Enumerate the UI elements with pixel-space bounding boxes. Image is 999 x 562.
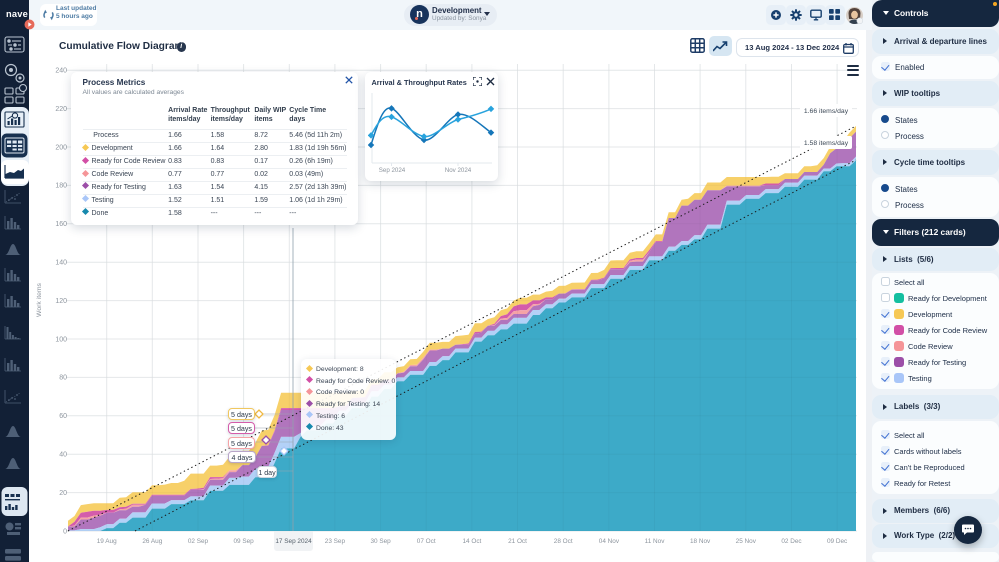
svg-text:240: 240 xyxy=(55,68,67,75)
svg-text:28 Oct: 28 Oct xyxy=(554,538,573,545)
svg-text:160: 160 xyxy=(55,221,67,228)
svg-text:Nov 2024: Nov 2024 xyxy=(445,167,472,174)
svg-text:Work items: Work items xyxy=(36,282,43,316)
svg-text:1.66 items/day: 1.66 items/day xyxy=(804,108,849,115)
svg-text:140: 140 xyxy=(55,260,67,267)
svg-text:11 Nov: 11 Nov xyxy=(645,538,666,545)
svg-text:0: 0 xyxy=(63,528,67,535)
svg-text:09 Dec: 09 Dec xyxy=(827,538,848,545)
svg-text:18 Nov: 18 Nov xyxy=(690,538,711,545)
svg-text:30 Sep: 30 Sep xyxy=(370,538,391,545)
svg-text:25 Nov: 25 Nov xyxy=(736,538,757,545)
svg-text:180: 180 xyxy=(55,183,67,190)
svg-text:26 Aug: 26 Aug xyxy=(142,538,162,545)
svg-text:02 Sep: 02 Sep xyxy=(188,538,209,545)
svg-text:14 Oct: 14 Oct xyxy=(462,538,481,545)
svg-text:200: 200 xyxy=(55,144,67,151)
svg-text:60: 60 xyxy=(59,413,67,420)
svg-text:220: 220 xyxy=(55,106,67,113)
svg-text:1.58 items/day: 1.58 items/day xyxy=(804,140,849,147)
svg-text:80: 80 xyxy=(59,375,67,382)
svg-text:20: 20 xyxy=(59,490,67,497)
svg-text:21 Oct: 21 Oct xyxy=(508,538,527,545)
svg-text:100: 100 xyxy=(55,336,67,343)
svg-text:Sep 2024: Sep 2024 xyxy=(379,167,406,174)
svg-text:09 Sep: 09 Sep xyxy=(233,538,254,545)
svg-text:120: 120 xyxy=(55,298,67,305)
svg-text:04 Nov: 04 Nov xyxy=(599,538,620,545)
svg-text:40: 40 xyxy=(59,452,67,459)
svg-text:23 Sep: 23 Sep xyxy=(325,538,346,545)
svg-text:02 Dec: 02 Dec xyxy=(781,538,802,545)
svg-text:19 Aug: 19 Aug xyxy=(97,538,117,545)
svg-text:07 Oct: 07 Oct xyxy=(417,538,436,545)
svg-text:17 Sep 2024: 17 Sep 2024 xyxy=(275,538,312,545)
